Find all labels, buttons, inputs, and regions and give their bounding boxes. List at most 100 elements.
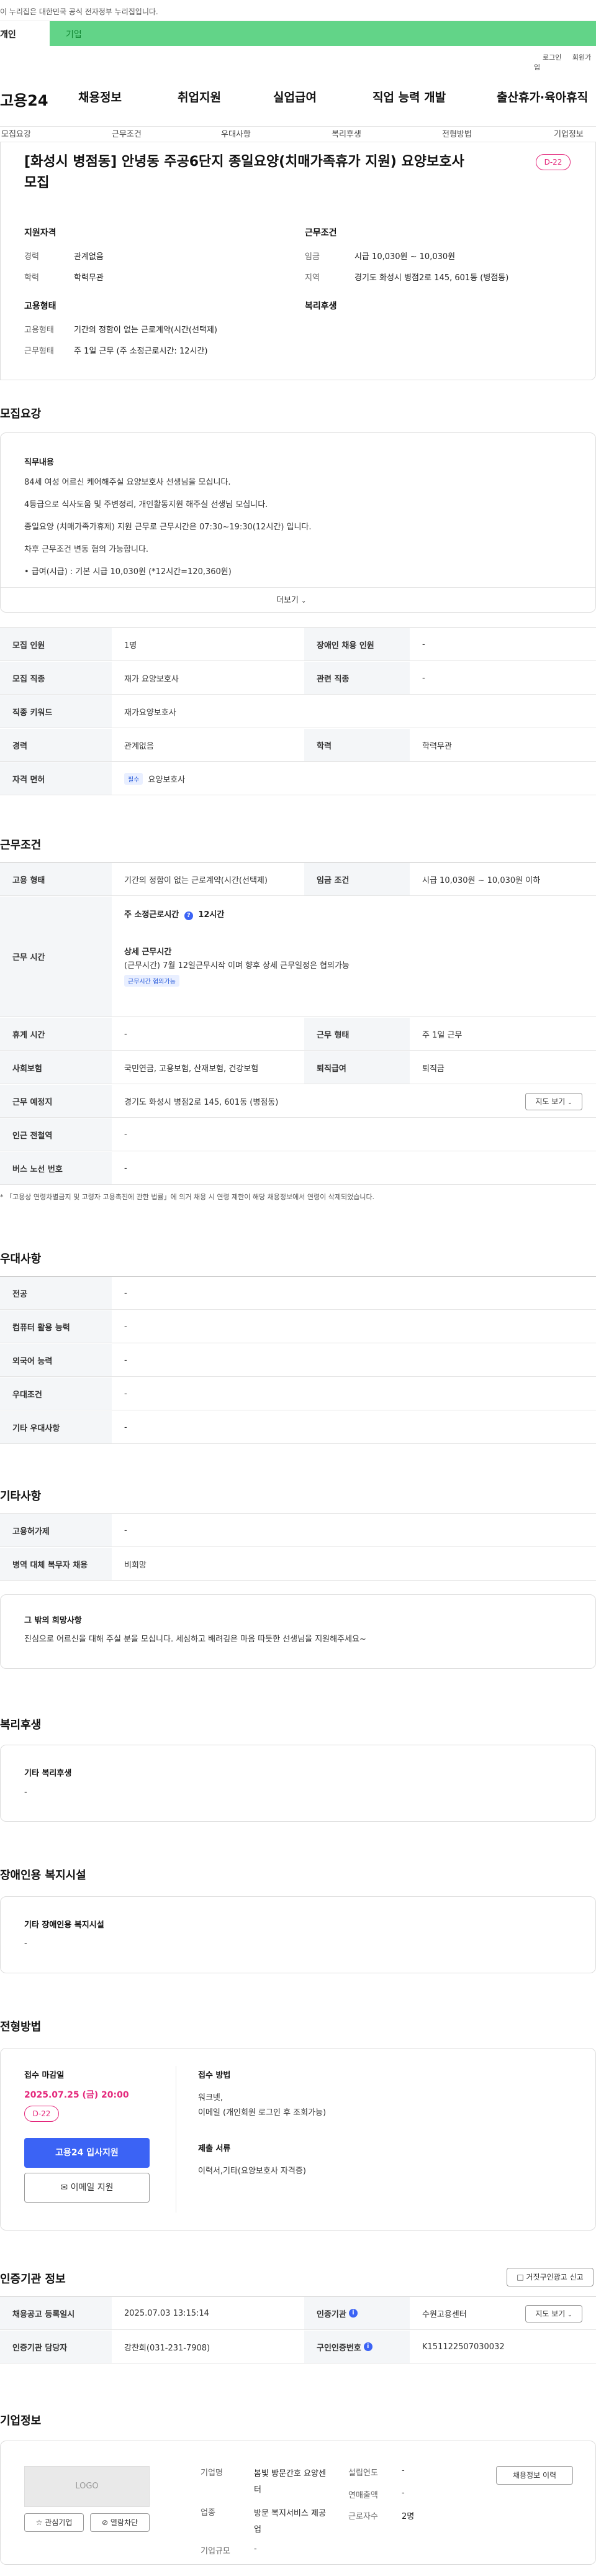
table-row: 인증기관 담당자 강찬희(031-231-7908) 구인인증번호 i K151… (0, 2331, 596, 2364)
td: 기간의 정함이 없는 근로계약(시간(선택제) (124, 875, 268, 885)
td: - (124, 1525, 127, 1535)
star-icon: ☆ (35, 2518, 43, 2527)
td: - (422, 673, 425, 683)
dday-badge: D-22 (24, 2106, 59, 2122)
job-history-button[interactable]: 채용정보 이력 (496, 2466, 573, 2485)
divider (1, 587, 595, 588)
table-row: 병역 대체 복무자 채용 비희망 (0, 1548, 596, 1581)
table-row: 자격 면허 필수 요양보호사 (0, 762, 596, 795)
td: 비희망 (124, 1560, 147, 1570)
gnb-item-jobs[interactable]: 채용정보 (78, 88, 122, 105)
table-row: 근무 예정지 경기도 화성시 병점2로 145, 601동 (병점동) 지도 보… (0, 1085, 596, 1118)
size-label: 기업규모 (201, 2547, 230, 2556)
map-button[interactable]: 지도 보기 ⌄ (525, 1093, 582, 1110)
more-label: 더보기 (276, 596, 299, 605)
table-row: 버스 노선 번호 - (0, 1152, 596, 1185)
gnb-item-parental-leave[interactable]: 출산휴가·육아휴직 (497, 88, 588, 105)
map-button-label: 지도 보기 (535, 2309, 566, 2318)
weekly-hours: 주 소정근로시간 ? 12시간 (124, 908, 224, 920)
sales-value: - (402, 2488, 405, 2498)
section-title-selection: 전형방법 (0, 2021, 42, 2034)
org-label: 인증기관 (317, 2309, 346, 2319)
info-icon[interactable]: i (363, 2342, 372, 2351)
td: 학력무관 (422, 741, 452, 751)
industry-label: 업종 (201, 2508, 215, 2518)
th: 모집 인원 (0, 628, 112, 660)
table-row: 사회보험 국민연금, 고용보험, 산재보험, 건강보험 퇴직급여 퇴직금 (0, 1051, 596, 1084)
td: 필수 요양보호사 (112, 762, 596, 795)
chevron-down-icon: ⌄ (567, 2312, 572, 2318)
th: 전공 (0, 1277, 112, 1309)
gnb-item-employment-support[interactable]: 취업지원 (178, 88, 221, 105)
deadline-label: 접수 마감일 (24, 2071, 65, 2080)
detail-hours-value: (근무시간) 7월 12일근무시작 이며 향후 상세 근무일정은 협의가능 (124, 961, 350, 971)
more-button[interactable]: 더보기 ⌄ (276, 593, 306, 605)
td: - (124, 1130, 127, 1140)
employees-label: 근로자수 (348, 2512, 378, 2521)
table-row: 경력 관계없음 학력 학력무관 (0, 729, 596, 762)
report-fake-ad-button[interactable]: □ 거짓구인광고 신고 (507, 2268, 594, 2286)
subnav-welfare[interactable]: 복리후생 (332, 127, 361, 139)
section-title-disability: 장애인용 복지시설 (0, 1869, 86, 1882)
job-title: [화성시 병점동] 안녕동 주공6단지 종일요양(치매가족휴가 지원) 요양보호… (24, 154, 464, 191)
email-apply-button[interactable]: ✉ 이메일 지원 (24, 2173, 150, 2203)
report-icon: □ (517, 2273, 524, 2281)
wish-title: 그 밖의 희망사항 (24, 1616, 82, 1625)
job-summary-card: [화성시 병점동] 안녕동 주공6단지 종일요양(치매가족휴가 지원) 요양보호… (0, 142, 596, 380)
duty-line: 4등급으로 식사도움 및 주변정리, 개인활동지원 해주실 선생님 모십니다. (24, 500, 268, 509)
method-line: 이메일 (개인회원 로그인 후 조회가능) (198, 2108, 327, 2117)
th: 장애인 채용 인원 (304, 628, 410, 660)
th: 컴퓨터 활용 능력 (0, 1310, 112, 1343)
dday-badge: D-22 (536, 154, 571, 170)
th: 임금 조건 (304, 863, 410, 895)
company-box: LOGO ☆ 관심기업 ⊘ 열람차단 기업명 봄빛 방문간호 요양센터 업종 방… (0, 2441, 596, 2565)
interest-company-button[interactable]: ☆ 관심기업 (24, 2513, 84, 2532)
table-row: 우대조건 - (0, 1377, 596, 1410)
deadline-value: 2025.07.25 (금) 20:00 (24, 2090, 129, 2100)
apply-button[interactable]: 고용24 입사지원 (24, 2138, 150, 2168)
td: - (124, 1422, 127, 1432)
duty-line: 차후 근무조건 변동 협의 가능합니다. (24, 545, 149, 554)
experience-label: 경력 (24, 252, 39, 262)
license-value: 요양보호사 (148, 775, 186, 785)
welfare-title: 기타 복리후생 (24, 1769, 72, 1778)
company-name-value: 봄빛 방문간호 요양센터 (254, 2469, 326, 2495)
tab-company[interactable]: 기업 (50, 21, 596, 46)
experience-value: 관계없음 (74, 252, 104, 262)
td: 시급 10,030원 ~ 10,030원 이하 (422, 875, 541, 885)
td: - (124, 1322, 127, 1331)
site-logo[interactable]: 고용24 (0, 88, 48, 110)
td: - (124, 1029, 127, 1039)
interest-label: 관심기업 (45, 2518, 73, 2527)
gnb-item-skills-development[interactable]: 직업 능력 개발 (372, 88, 446, 105)
login-link[interactable]: 로그인 (543, 53, 561, 62)
tab-personal[interactable]: 개인 (0, 21, 50, 46)
info-icon[interactable]: i (348, 2309, 358, 2318)
subnav-conditions[interactable]: 근무조건 (112, 127, 142, 139)
subnav-preference[interactable]: 우대사항 (221, 127, 251, 139)
welfare-box: 기타 복리후생 - (0, 1745, 596, 1822)
gnb-item-unemployment-benefit[interactable]: 실업급여 (273, 88, 317, 105)
subnav-company[interactable]: 기업정보 (554, 127, 584, 139)
td: 1명 (124, 641, 137, 651)
th: 채용공고 등록일시 (0, 2297, 112, 2329)
founded-value: - (402, 2466, 405, 2475)
docs-label: 제출 서류 (198, 2144, 231, 2154)
info-icon[interactable]: ? (184, 911, 193, 920)
td: 주 1일 근무 (422, 1030, 463, 1040)
wage-label: 임금 (305, 252, 320, 262)
required-chip: 필수 (124, 772, 143, 785)
subnav-selection[interactable]: 전형방법 (442, 127, 472, 139)
table-row: 전공 - (0, 1277, 596, 1310)
employ-type-value: 기간의 정함이 없는 근로계약(시간(선택제) (74, 326, 217, 335)
map-button[interactable]: 지도 보기 ⌄ (525, 2305, 582, 2323)
weekly-hours-label: 주 소정근로시간 (124, 910, 179, 920)
employ-heading: 고용형태 (24, 301, 56, 311)
table-row: 컴퓨터 활용 능력 - (0, 1310, 596, 1343)
block-view-button[interactable]: ⊘ 열람차단 (90, 2513, 150, 2532)
table-row: 채용공고 등록일시 2025.07.03 13:15:14 인증기관 i 수원고… (0, 2297, 596, 2330)
table-row: 기타 우대사항 - (0, 1411, 596, 1444)
table-row: 고용 형태 기간의 정함이 없는 근로계약(시간(선택제) 임금 조건 시급 1… (0, 863, 596, 896)
td: 국민연금, 고용보험, 산재보험, 건강보험 (124, 1064, 259, 1074)
subnav-recruit[interactable]: 모집요강 (1, 127, 31, 139)
